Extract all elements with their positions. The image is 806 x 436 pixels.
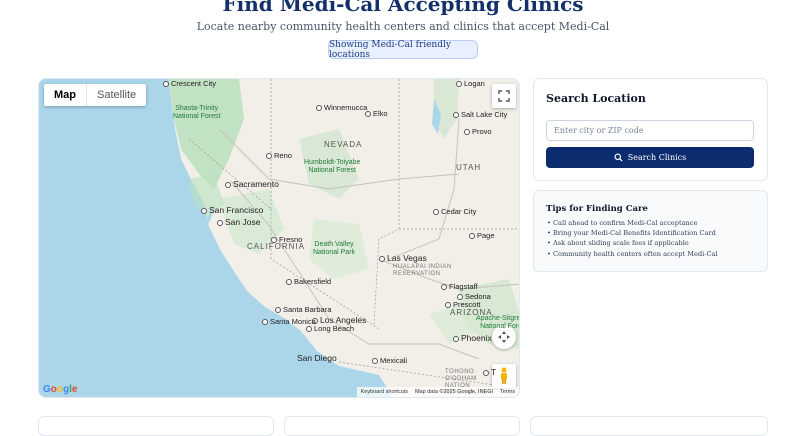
map-label-san-jose: San Jose [217,217,260,227]
map-label-crescent-city: Crescent City [163,79,216,88]
fullscreen-icon [498,90,510,102]
map-label-utah: UTAH [456,163,482,172]
map-label-death-valley: Death Valley National Park [313,241,356,256]
clinic-card [38,416,274,436]
map-label-salt-lake-city: Salt Lake City [453,110,507,119]
map-label-logan: Logan [456,79,485,88]
tip-item: • Community health centers often accept … [547,249,718,258]
map-label-san-diego: San Diego [297,353,337,363]
map-label-provo: Provo [464,127,492,136]
search-clinics-label: Search Clinics [627,153,687,162]
map-label-phoenix: Phoenix [453,333,492,343]
tips-card: Tips for Finding Care • Call ahead to co… [533,190,768,272]
map-label-tucson: T [483,367,496,377]
search-icon [614,153,623,162]
map-label-long-beach: Long Beach [306,324,354,333]
status-badge: Showing Medi-Cal friendly locations [328,40,478,60]
map-label-winnemucca: Winnemucca [316,103,367,112]
google-logo: Google [43,384,78,395]
map-type-control: Map Satellite [44,84,147,106]
map-data-text: Map data ©2025 Google, INEGI [414,389,494,395]
tips-list: • Call ahead to confirm Medi-Cal accepta… [547,218,718,259]
keyboard-shortcuts-link[interactable]: Keyboard shortcuts [361,389,408,395]
map-label-apache-sitgreaves: Apache-Sitgreaves National Forests [476,315,520,330]
map-attribution: Keyboard shortcuts Map data ©2025 Google… [356,387,519,397]
map-label-page: Page [469,231,495,240]
map-label-bakersfield: Bakersfield [286,277,331,286]
map-label-reno: Reno [266,151,292,160]
map-label-santa-barbara: Santa Barbara [275,305,331,314]
map-label-hualapai: HUALAPAI INDIAN RESERVATION [393,264,452,277]
map-label-shasta-trinity: Shasta-Trinity National Forest [173,105,221,120]
map-label-elko: Elko [365,109,388,118]
map-label-flagstaff: Flagstaff [441,282,478,291]
map-label-las-vegas: Las Vegas [379,253,427,263]
fullscreen-button[interactable] [492,84,516,108]
clinic-card [284,416,520,436]
pegman-icon [501,367,507,384]
page-title: Find Medi-Cal Accepting Clinics [222,0,584,16]
tip-item: • Bring your Medi-Cal Benefits Identific… [547,229,716,238]
map-type-map-button[interactable]: Map [44,84,86,106]
tip-item: • Call ahead to confirm Medi-Cal accepta… [547,219,698,227]
map-label-california: CALIFORNIA [247,242,306,251]
search-input[interactable] [546,120,754,141]
tip-item: • Ask about sliding scale fees if applic… [547,239,689,248]
map-label-nevada: NEVADA [324,140,363,149]
map-type-satellite-button[interactable]: Satellite [87,84,146,106]
tips-heading: Tips for Finding Care [546,204,648,214]
map-label-san-francisco: San Francisco [201,205,263,215]
search-clinics-button[interactable]: Search Clinics [546,147,754,168]
map-label-humboldt-toiyabe: Humboldt-Toiyabe National Forest [304,159,361,174]
map-label-sacramento: Sacramento [225,179,279,189]
clinic-map[interactable]: Map Satellite Crescent City Logan Shasta… [38,78,520,398]
pan-control-icon [498,331,510,343]
search-location-card: Search Location Search Clinics [533,78,768,181]
map-label-cedar-city: Cedar City [433,207,476,216]
page-subtitle: Locate nearby community health centers a… [196,20,610,33]
terms-link[interactable]: Terms [500,389,515,395]
search-location-heading: Search Location [546,92,646,105]
clinic-card [530,416,768,436]
map-label-mexicali: Mexicali [372,356,407,365]
